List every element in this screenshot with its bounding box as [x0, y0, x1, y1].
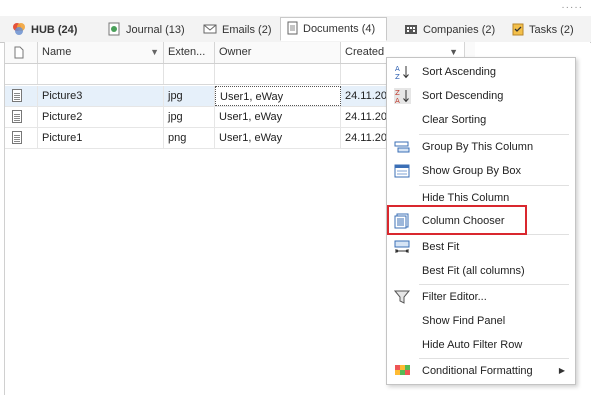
created-cell[interactable]: 24.11.20 — [341, 107, 390, 127]
filter-cell[interactable] — [5, 64, 38, 84]
tab-label: Journal (13) — [126, 24, 185, 36]
menu-item-label: Conditional Formatting — [422, 365, 533, 377]
sort-descending-icon: ZA — [394, 88, 411, 105]
document-icon — [14, 46, 24, 63]
header-label: Created — [345, 46, 385, 58]
sort-ascending-icon: AZ — [394, 64, 411, 81]
menu-item-filter-editor[interactable]: Filter Editor... — [387, 285, 575, 309]
table-row[interactable]: Picture3 jpg User1, eWay 24.11.20 — [5, 86, 390, 107]
document-icon — [12, 131, 22, 144]
column-context-menu: AZ Sort Ascending ZA Sort Descending Cle… — [386, 57, 576, 385]
document-icon — [12, 89, 22, 102]
name-cell[interactable]: Picture2 — [38, 107, 164, 127]
menu-item-show-find-panel[interactable]: Show Find Panel — [387, 309, 575, 333]
top-strip: ····· — [0, 0, 591, 16]
tab-emails[interactable]: Emails (2) — [203, 19, 272, 41]
auto-filter-row — [5, 64, 390, 85]
header-icon-column[interactable] — [5, 42, 38, 63]
menu-item-label: Best Fit — [422, 241, 460, 253]
extension-cell[interactable]: jpg — [164, 86, 215, 106]
header-label: Name — [42, 46, 72, 58]
menu-item-show-group-by-box[interactable]: Show Group By Box — [387, 159, 575, 183]
svg-text:A: A — [395, 65, 400, 73]
group-by-icon — [394, 139, 411, 155]
menu-item-group-by-column[interactable]: Group By This Column — [387, 135, 575, 159]
menu-item-best-fit[interactable]: Best Fit — [387, 235, 575, 259]
header-extension[interactable]: Exten... — [164, 42, 215, 63]
filter-icon[interactable]: ▼ — [150, 42, 159, 63]
menu-item-label: Best Fit (all columns) — [422, 265, 525, 277]
more-dots-icon[interactable]: ····· — [561, 2, 583, 13]
tab-bar: HUB (24) Journal (13) Emails (2) Documen… — [0, 16, 591, 43]
companies-icon — [404, 22, 418, 38]
created-cell[interactable]: 24.11.20 — [341, 128, 390, 148]
menu-item-label: Sort Descending — [422, 90, 504, 102]
name-cell[interactable]: Picture1 — [38, 128, 164, 148]
menu-item-best-fit-all[interactable]: Best Fit (all columns) — [387, 259, 575, 283]
table-row[interactable]: Picture2 jpg User1, eWay 24.11.20 — [5, 107, 390, 128]
menu-item-label: Clear Sorting — [422, 114, 487, 126]
filter-icon — [393, 289, 411, 305]
menu-item-conditional-formatting[interactable]: Conditional Formatting ▶ — [387, 359, 575, 383]
menu-item-hide-auto-filter-row[interactable]: Hide Auto Filter Row — [387, 333, 575, 357]
group-box-icon — [394, 163, 411, 179]
email-icon — [203, 23, 217, 38]
tab-label: Companies (2) — [423, 24, 496, 36]
name-cell[interactable]: Picture3 — [38, 86, 164, 106]
menu-item-label: Hide Auto Filter Row — [422, 339, 523, 351]
extension-cell[interactable]: png — [164, 128, 215, 148]
header-label: Exten... — [168, 46, 206, 58]
conditional-formatting-icon — [394, 363, 411, 379]
svg-text:Z: Z — [395, 73, 400, 80]
menu-item-label: Show Group By Box — [422, 165, 522, 177]
header-owner[interactable]: Owner — [215, 42, 341, 63]
tab-label: Tasks (2) — [529, 24, 574, 36]
created-cell[interactable]: 24.11.20 — [341, 86, 390, 106]
hub-icon — [12, 22, 26, 39]
tab-companies[interactable]: Companies (2) — [404, 19, 495, 41]
extension-cell[interactable]: jpg — [164, 107, 215, 127]
menu-item-label: Group By This Column — [422, 141, 534, 153]
menu-item-label: Sort Ascending — [422, 66, 496, 78]
tab-label: HUB (24) — [31, 24, 78, 36]
svg-text:A: A — [395, 97, 400, 104]
column-chooser-highlight — [387, 205, 527, 235]
row-icon-cell — [5, 128, 38, 148]
row-icon-cell — [5, 107, 38, 127]
tasks-icon — [512, 22, 524, 39]
svg-text:Z: Z — [395, 89, 400, 97]
header-name[interactable]: Name ▼ — [38, 42, 164, 63]
chevron-right-icon: ▶ — [558, 366, 565, 375]
tab-journal[interactable]: Journal (13) — [108, 19, 185, 41]
row-icon-cell — [5, 86, 38, 106]
table-row[interactable]: Picture1 png User1, eWay 24.11.20 — [5, 128, 390, 149]
owner-cell[interactable]: User1, eWay — [215, 107, 341, 127]
tab-label: Documents (4) — [303, 23, 376, 35]
filter-cell[interactable] — [38, 64, 164, 84]
menu-item-label: Filter Editor... — [422, 291, 487, 303]
tab-hub[interactable]: HUB (24) — [12, 19, 77, 41]
owner-cell[interactable]: User1, eWay — [215, 86, 341, 106]
filter-cell[interactable] — [215, 64, 341, 84]
owner-cell[interactable]: User1, eWay — [215, 128, 341, 148]
tab-documents[interactable]: Documents (4) — [280, 17, 387, 41]
tab-label: Emails (2) — [222, 24, 272, 36]
menu-item-clear-sorting[interactable]: Clear Sorting — [387, 108, 575, 132]
journal-icon — [108, 22, 121, 39]
menu-item-sort-descending[interactable]: ZA Sort Descending — [387, 84, 575, 108]
filter-cell[interactable] — [164, 64, 215, 84]
menu-item-label: Show Find Panel — [422, 315, 506, 327]
tab-tasks[interactable]: Tasks (2) — [512, 19, 574, 41]
filter-cell[interactable] — [341, 64, 390, 84]
document-icon — [287, 21, 298, 38]
header-label: Owner — [219, 46, 252, 58]
document-icon — [12, 110, 22, 123]
menu-item-sort-ascending[interactable]: AZ Sort Ascending — [387, 60, 575, 84]
best-fit-icon — [394, 239, 411, 255]
